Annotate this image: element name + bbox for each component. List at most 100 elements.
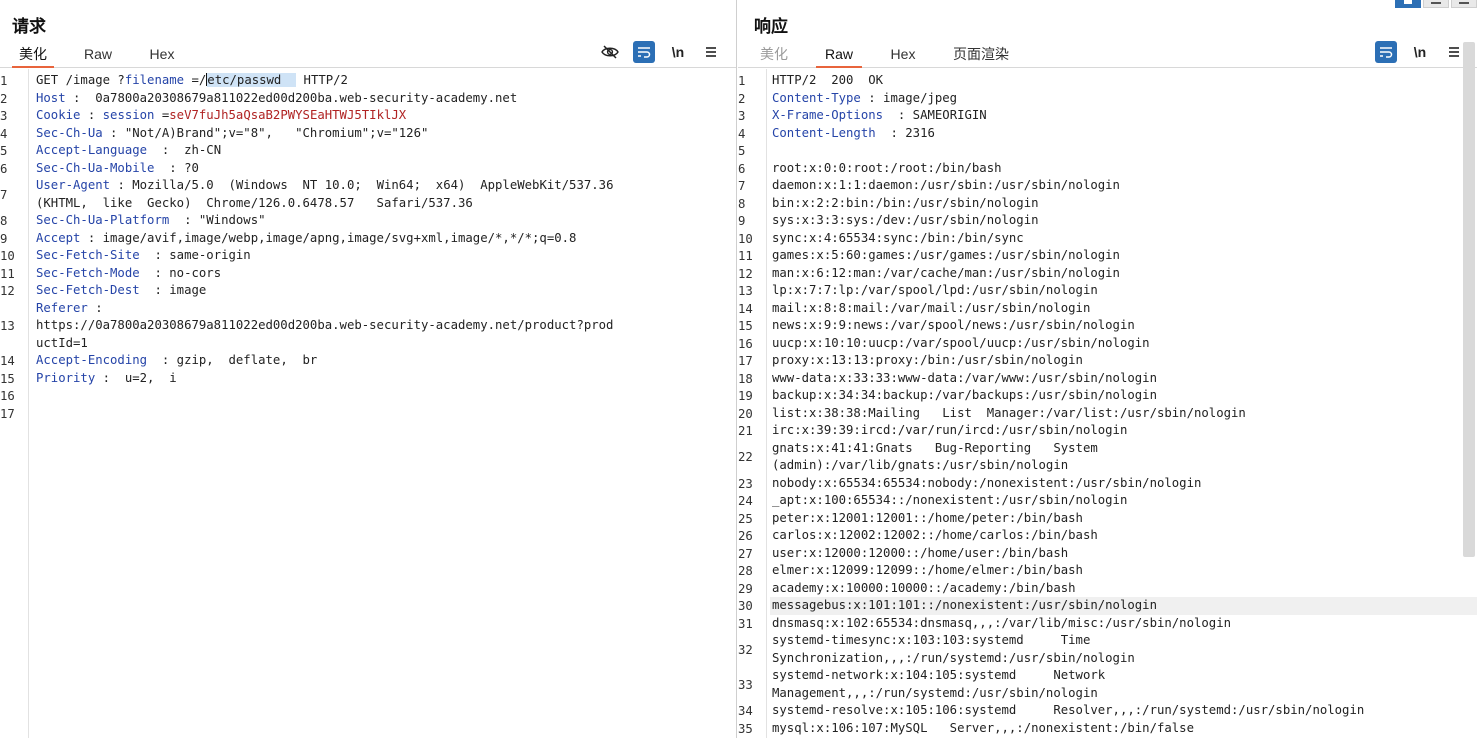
code-line[interactable]: 7 User-Agent : Mozilla/5.0 (Windows NT 10…	[0, 177, 730, 212]
request-panel: 请求 美化 Raw Hex \n 1 GET /image ?filename =…	[0, 0, 737, 738]
tab-pretty[interactable]: 美化	[12, 44, 54, 68]
newline-toggle-button[interactable]: \n	[667, 41, 689, 63]
code-line[interactable]: 30 messagebus:x:101:101::/nonexistent:/us…	[738, 597, 1477, 615]
code-line[interactable]: 33 systemd-network:x:104:105:systemd Netw…	[738, 667, 1471, 702]
code-line[interactable]: 2 Content-Type : image/jpeg	[738, 90, 1471, 108]
code-line[interactable]: 7 daemon:x:1:1:daemon:/usr/sbin:/usr/sbin…	[738, 177, 1471, 195]
tab-render[interactable]: 页面渲染	[950, 44, 1012, 68]
newline-toggle-button[interactable]: \n	[1409, 41, 1431, 63]
code-line[interactable]: 4 Sec-Ch-Ua : "Not/A)Brand";v="8", "Chrom…	[0, 125, 730, 143]
line-number: 18	[738, 371, 753, 386]
line-number: 10	[738, 231, 753, 246]
code-line[interactable]: 19 backup:x:34:34:backup:/var/backups:/us…	[738, 387, 1471, 405]
eye-slash-icon[interactable]	[599, 41, 621, 63]
line-number: 6	[0, 161, 8, 176]
code-line[interactable]: 9 Accept : image/avif,image/webp,image/ap…	[0, 230, 730, 248]
text-span: academy:x:10000:10000::/academy:/bin/bas…	[772, 580, 1076, 595]
code-line[interactable]: 10 Sec-Fetch-Site : same-origin	[0, 247, 730, 265]
code-line[interactable]: 18 www-data:x:33:33:www-data:/var/www:/us…	[738, 370, 1471, 388]
code-line[interactable]: 12 man:x:6:12:man:/var/cache/man:/usr/sbi…	[738, 265, 1471, 283]
code-line[interactable]: 11 Sec-Fetch-Mode : no-cors	[0, 265, 730, 283]
wrap-lines-icon[interactable]	[633, 41, 655, 63]
code-line[interactable]: 14 mail:x:8:8:mail:/var/mail:/usr/sbin/no…	[738, 300, 1471, 318]
header-name: Sec-Ch-Ua-Platform	[36, 213, 170, 227]
code-line[interactable]: 25 peter:x:12001:12001::/home/peter:/bin/…	[738, 510, 1471, 528]
header-name: Priority	[36, 370, 96, 385]
code-line[interactable]: 3 Cookie : session =seV7fuJh5aQsaB2PWYSEa…	[0, 107, 730, 125]
code-line[interactable]: 29 academy:x:10000:10000::/academy:/bin/b…	[738, 580, 1471, 598]
code-line[interactable]: 34 systemd-resolve:x:105:106:systemd Reso…	[738, 702, 1471, 720]
code-line[interactable]: 16 uucp:x:10:10:uucp:/var/spool/uucp:/usr…	[738, 335, 1471, 353]
code-line[interactable]: 4 Content-Length : 2316	[738, 125, 1471, 143]
tab-raw[interactable]: Raw	[816, 44, 862, 68]
split-horizontal-icon[interactable]	[1395, 0, 1421, 8]
code-line[interactable]: 17 proxy:x:13:13:proxy:/bin:/usr/sbin/nol…	[738, 352, 1471, 370]
header-name: User-Agent	[36, 178, 111, 192]
code-line[interactable]: 13 lp:x:7:7:lp:/var/spool/lpd:/usr/sbin/n…	[738, 282, 1471, 300]
text-span: : "Not/A)Brand";v="8", "Chromium";v="126…	[102, 125, 429, 140]
code-line[interactable]: 8 bin:x:2:2:bin:/bin:/usr/sbin/nologin	[738, 195, 1471, 213]
code-line[interactable]: 5 Accept-Language : zh-CN	[0, 142, 730, 160]
code-line[interactable]: 27 user:x:12000:12000::/home/user:/bin/ba…	[738, 545, 1471, 563]
code-line[interactable]: 32 systemd-timesync:x:103:103:systemd Tim…	[738, 632, 1471, 667]
code-line[interactable]: 13 Referer : https://0a7800a20308679a81102…	[0, 300, 730, 353]
code-line[interactable]: 11 games:x:5:60:games:/usr/games:/usr/sbi…	[738, 247, 1471, 265]
code-line[interactable]: 16	[0, 387, 730, 405]
wrap-lines-icon[interactable]	[1375, 41, 1397, 63]
header-name: session	[102, 108, 155, 122]
code-line[interactable]: 22 gnats:x:41:41:Gnats Bug-Reporting Syst…	[738, 440, 1471, 475]
code-line[interactable]: 6 root:x:0:0:root:/root:/bin/bash	[738, 160, 1471, 178]
code-line[interactable]: 5	[738, 142, 1471, 160]
code-line[interactable]: 8 Sec-Ch-Ua-Platform : "Windows"	[0, 212, 730, 230]
text-span: root:x:0:0:root:/root:/bin/bash	[772, 160, 1002, 175]
tab-pretty[interactable]: 美化	[754, 44, 794, 68]
code-line[interactable]: 3 X-Frame-Options : SAMEORIGIN	[738, 107, 1471, 125]
hamburger-menu-icon[interactable]	[1443, 41, 1465, 63]
code-line[interactable]: 14 Accept-Encoding : gzip, deflate, br	[0, 352, 730, 370]
code-line[interactable]: 24 _apt:x:100:65534::/nonexistent:/usr/sb…	[738, 492, 1471, 510]
code-line[interactable]: 12 Sec-Fetch-Dest : image	[0, 282, 730, 300]
line-number: 20	[738, 406, 753, 421]
split-vertical-icon[interactable]	[1423, 0, 1449, 8]
line-number: 12	[0, 284, 15, 298]
text-span: : ?0	[154, 160, 199, 175]
code-line[interactable]: 15 Priority : u=2, i	[0, 370, 730, 388]
line-number: 16	[0, 389, 15, 403]
code-line[interactable]: 15 news:x:9:9:news:/var/spool/news:/usr/s…	[738, 317, 1471, 335]
code-line[interactable]: 21 irc:x:39:39:ircd:/var/run/ircd:/usr/sb…	[738, 422, 1471, 440]
text-span: systemd-timesync:x:103:103:systemd Time	[772, 633, 1091, 647]
text-span: : image/jpeg	[860, 90, 958, 105]
tab-hex[interactable]: Hex	[140, 44, 184, 68]
collapse-icon[interactable]	[1451, 0, 1477, 8]
code-line[interactable]: 28 elmer:x:12099:12099::/home/elmer:/bin/…	[738, 562, 1471, 580]
request-text[interactable]: 1 GET /image ?filename =/etc/passwd HTTP/…	[0, 72, 730, 423]
request-editor[interactable]: 1 GET /image ?filename =/etc/passwd HTTP/…	[0, 69, 736, 738]
line-number: 5	[738, 144, 746, 158]
code-line[interactable]: 31 dnsmasq:x:102:65534:dnsmasq,,,:/var/li…	[738, 615, 1471, 633]
header-name: X-Frame-Options	[772, 108, 884, 122]
code-line[interactable]: 17	[0, 405, 730, 423]
tab-hex[interactable]: Hex	[882, 44, 924, 68]
code-line[interactable]: 2 Host : 0a7800a20308679a811022ed00d200ba…	[0, 90, 730, 108]
line-number: 8	[738, 196, 746, 211]
code-line[interactable]: 20 list:x:38:38:Mailing List Manager:/var…	[738, 405, 1471, 423]
line-number: 19	[738, 389, 753, 403]
code-line[interactable]: 35 mysql:x:106:107:MySQL Server,,,:/nonex…	[738, 720, 1471, 738]
line-number: 1	[738, 74, 746, 88]
hamburger-menu-icon[interactable]	[700, 41, 722, 63]
code-line[interactable]: 1 HTTP/2 200 OK	[738, 72, 1471, 90]
tab-raw[interactable]: Raw	[76, 44, 120, 68]
code-line[interactable]: 6 Sec-Ch-Ua-Mobile : ?0	[0, 160, 730, 178]
line-number: 2	[0, 91, 8, 106]
response-editor[interactable]: 1 HTTP/2 200 OK 2 Content-Type : image/jpeg…	[738, 69, 1477, 738]
code-line[interactable]: 10 sync:x:4:65534:sync:/bin:/bin/sync	[738, 230, 1471, 248]
text-span: Synchronization,,,:/run/systemd:/usr/sbi…	[772, 650, 1135, 665]
code-line[interactable]: 23 nobody:x:65534:65534:nobody:/nonexiste…	[738, 475, 1471, 493]
response-text[interactable]: 1 HTTP/2 200 OK 2 Content-Type : image/jpeg…	[738, 72, 1477, 738]
text-span: bin:x:2:2:bin:/bin:/usr/sbin/nologin	[772, 195, 1039, 210]
code-line[interactable]: 1 GET /image ?filename =/etc/passwd HTTP/…	[0, 72, 730, 90]
code-line[interactable]: 26 carlos:x:12002:12002::/home/carlos:/bi…	[738, 527, 1471, 545]
text-span: user:x:12000:12000::/home/user:/bin/bash	[772, 545, 1069, 560]
text-span: : image/avif,image/webp,image/apng,image…	[80, 230, 577, 245]
code-line[interactable]: 9 sys:x:3:3:sys:/dev:/usr/sbin/nologin	[738, 212, 1471, 230]
